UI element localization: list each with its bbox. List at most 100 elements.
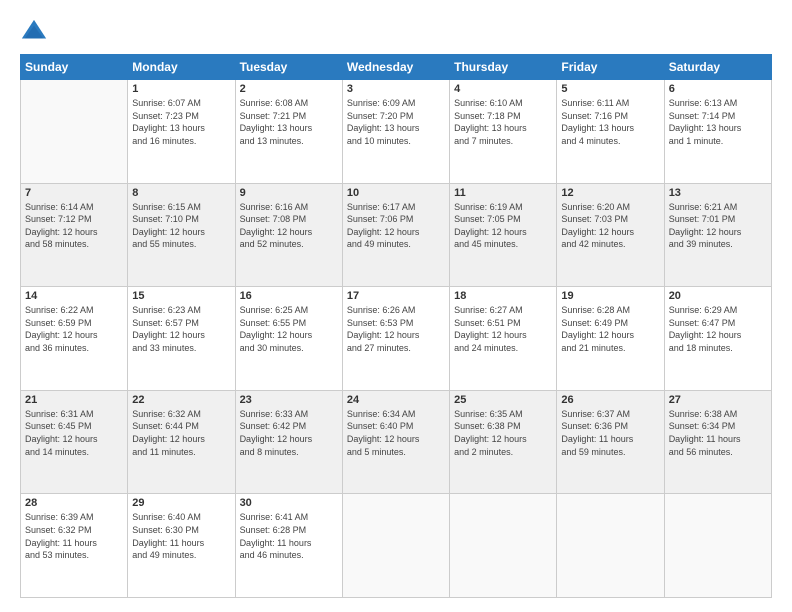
calendar-cell: 2 Sunrise: 6:08 AM Sunset: 7:21 PM Daylig… (235, 80, 342, 184)
day-info: Sunrise: 6:37 AM Sunset: 6:36 PM Dayligh… (561, 408, 659, 458)
calendar-cell: 3 Sunrise: 6:09 AM Sunset: 7:20 PM Daylig… (342, 80, 449, 184)
day-info: Sunrise: 6:34 AM Sunset: 6:40 PM Dayligh… (347, 408, 445, 458)
calendar-cell: 29 Sunrise: 6:40 AM Sunset: 6:30 PM Dayli… (128, 494, 235, 598)
calendar-cell: 18 Sunrise: 6:27 AM Sunset: 6:51 PM Dayli… (450, 287, 557, 391)
calendar-cell: 1 Sunrise: 6:07 AM Sunset: 7:23 PM Daylig… (128, 80, 235, 184)
day-number: 2 (240, 83, 338, 95)
day-info: Sunrise: 6:41 AM Sunset: 6:28 PM Dayligh… (240, 511, 338, 561)
calendar-cell: 24 Sunrise: 6:34 AM Sunset: 6:40 PM Dayli… (342, 390, 449, 494)
day-info: Sunrise: 6:07 AM Sunset: 7:23 PM Dayligh… (132, 97, 230, 147)
day-number: 18 (454, 290, 552, 302)
day-number: 20 (669, 290, 767, 302)
calendar-week-row: 21Sunrise: 6:31 AM Sunset: 6:45 PM Dayli… (21, 390, 772, 494)
day-number: 17 (347, 290, 445, 302)
calendar-cell: 11 Sunrise: 6:19 AM Sunset: 7:05 PM Dayli… (450, 183, 557, 287)
day-number: 14 (25, 290, 123, 302)
calendar-table: SundayMondayTuesdayWednesdayThursdayFrid… (20, 54, 772, 598)
calendar-cell: 23Sunrise: 6:33 AM Sunset: 6:42 PM Dayli… (235, 390, 342, 494)
day-info: Sunrise: 6:38 AM Sunset: 6:34 PM Dayligh… (669, 408, 767, 458)
calendar-cell: 7Sunrise: 6:14 AM Sunset: 7:12 PM Daylig… (21, 183, 128, 287)
calendar-cell: 13Sunrise: 6:21 AM Sunset: 7:01 PM Dayli… (664, 183, 771, 287)
day-info: Sunrise: 6:32 AM Sunset: 6:44 PM Dayligh… (132, 408, 230, 458)
day-number: 1 (132, 83, 230, 95)
col-header-tuesday: Tuesday (235, 55, 342, 80)
calendar-cell: 4Sunrise: 6:10 AM Sunset: 7:18 PM Daylig… (450, 80, 557, 184)
calendar-cell (342, 494, 449, 598)
day-info: Sunrise: 6:29 AM Sunset: 6:47 PM Dayligh… (669, 304, 767, 354)
day-info: Sunrise: 6:25 AM Sunset: 6:55 PM Dayligh… (240, 304, 338, 354)
day-info: Sunrise: 6:16 AM Sunset: 7:08 PM Dayligh… (240, 201, 338, 251)
header (20, 18, 772, 46)
day-info: Sunrise: 6:20 AM Sunset: 7:03 PM Dayligh… (561, 201, 659, 251)
col-header-monday: Monday (128, 55, 235, 80)
calendar-cell: 8Sunrise: 6:15 AM Sunset: 7:10 PM Daylig… (128, 183, 235, 287)
day-number: 26 (561, 394, 659, 406)
day-number: 28 (25, 497, 123, 509)
day-info: Sunrise: 6:22 AM Sunset: 6:59 PM Dayligh… (25, 304, 123, 354)
col-header-thursday: Thursday (450, 55, 557, 80)
calendar-week-row: 28 Sunrise: 6:39 AM Sunset: 6:32 PM Dayli… (21, 494, 772, 598)
day-info: Sunrise: 6:08 AM Sunset: 7:21 PM Dayligh… (240, 97, 338, 147)
col-header-friday: Friday (557, 55, 664, 80)
day-number: 7 (25, 187, 123, 199)
day-number: 23 (240, 394, 338, 406)
day-number: 11 (454, 187, 552, 199)
day-number: 3 (347, 83, 445, 95)
calendar-cell: 17 Sunrise: 6:26 AM Sunset: 6:53 PM Dayli… (342, 287, 449, 391)
day-number: 5 (561, 83, 659, 95)
day-number: 6 (669, 83, 767, 95)
day-info: Sunrise: 6:13 AM Sunset: 7:14 PM Dayligh… (669, 97, 767, 147)
calendar-cell: 25 Sunrise: 6:35 AM Sunset: 6:38 PM Dayli… (450, 390, 557, 494)
calendar-week-row: 14 Sunrise: 6:22 AM Sunset: 6:59 PM Dayli… (21, 287, 772, 391)
day-info: Sunrise: 6:11 AM Sunset: 7:16 PM Dayligh… (561, 97, 659, 147)
day-info: Sunrise: 6:40 AM Sunset: 6:30 PM Dayligh… (132, 511, 230, 561)
day-number: 15 (132, 290, 230, 302)
day-number: 25 (454, 394, 552, 406)
day-number: 27 (669, 394, 767, 406)
day-info: Sunrise: 6:27 AM Sunset: 6:51 PM Dayligh… (454, 304, 552, 354)
col-header-saturday: Saturday (664, 55, 771, 80)
day-number: 9 (240, 187, 338, 199)
calendar-cell: 28 Sunrise: 6:39 AM Sunset: 6:32 PM Dayli… (21, 494, 128, 598)
day-number: 16 (240, 290, 338, 302)
calendar-cell: 6 Sunrise: 6:13 AM Sunset: 7:14 PM Daylig… (664, 80, 771, 184)
day-number: 10 (347, 187, 445, 199)
day-number: 21 (25, 394, 123, 406)
calendar-cell: 27 Sunrise: 6:38 AM Sunset: 6:34 PM Dayli… (664, 390, 771, 494)
calendar-cell (664, 494, 771, 598)
calendar-cell (21, 80, 128, 184)
day-number: 22 (132, 394, 230, 406)
day-info: Sunrise: 6:26 AM Sunset: 6:53 PM Dayligh… (347, 304, 445, 354)
day-info: Sunrise: 6:10 AM Sunset: 7:18 PM Dayligh… (454, 97, 552, 147)
calendar-cell: 20 Sunrise: 6:29 AM Sunset: 6:47 PM Dayli… (664, 287, 771, 391)
calendar-cell: 22 Sunrise: 6:32 AM Sunset: 6:44 PM Dayli… (128, 390, 235, 494)
day-number: 24 (347, 394, 445, 406)
calendar-cell: 14 Sunrise: 6:22 AM Sunset: 6:59 PM Dayli… (21, 287, 128, 391)
logo (20, 18, 52, 46)
calendar-cell: 16 Sunrise: 6:25 AM Sunset: 6:55 PM Dayli… (235, 287, 342, 391)
calendar-week-row: 1 Sunrise: 6:07 AM Sunset: 7:23 PM Daylig… (21, 80, 772, 184)
calendar-cell: 12 Sunrise: 6:20 AM Sunset: 7:03 PM Dayli… (557, 183, 664, 287)
day-number: 30 (240, 497, 338, 509)
calendar-week-row: 7Sunrise: 6:14 AM Sunset: 7:12 PM Daylig… (21, 183, 772, 287)
day-info: Sunrise: 6:23 AM Sunset: 6:57 PM Dayligh… (132, 304, 230, 354)
day-info: Sunrise: 6:35 AM Sunset: 6:38 PM Dayligh… (454, 408, 552, 458)
calendar-cell (557, 494, 664, 598)
day-number: 13 (669, 187, 767, 199)
calendar-cell: 15 Sunrise: 6:23 AM Sunset: 6:57 PM Dayli… (128, 287, 235, 391)
calendar-cell: 10 Sunrise: 6:17 AM Sunset: 7:06 PM Dayli… (342, 183, 449, 287)
day-info: Sunrise: 6:17 AM Sunset: 7:06 PM Dayligh… (347, 201, 445, 251)
day-info: Sunrise: 6:19 AM Sunset: 7:05 PM Dayligh… (454, 201, 552, 251)
day-number: 12 (561, 187, 659, 199)
calendar-cell (450, 494, 557, 598)
calendar-cell: 30 Sunrise: 6:41 AM Sunset: 6:28 PM Dayli… (235, 494, 342, 598)
calendar-cell: 9 Sunrise: 6:16 AM Sunset: 7:08 PM Daylig… (235, 183, 342, 287)
day-number: 19 (561, 290, 659, 302)
calendar-cell: 21Sunrise: 6:31 AM Sunset: 6:45 PM Dayli… (21, 390, 128, 494)
calendar-cell: 19Sunrise: 6:28 AM Sunset: 6:49 PM Dayli… (557, 287, 664, 391)
calendar-cell: 26 Sunrise: 6:37 AM Sunset: 6:36 PM Dayli… (557, 390, 664, 494)
day-number: 29 (132, 497, 230, 509)
day-info: Sunrise: 6:09 AM Sunset: 7:20 PM Dayligh… (347, 97, 445, 147)
day-number: 8 (132, 187, 230, 199)
day-info: Sunrise: 6:39 AM Sunset: 6:32 PM Dayligh… (25, 511, 123, 561)
